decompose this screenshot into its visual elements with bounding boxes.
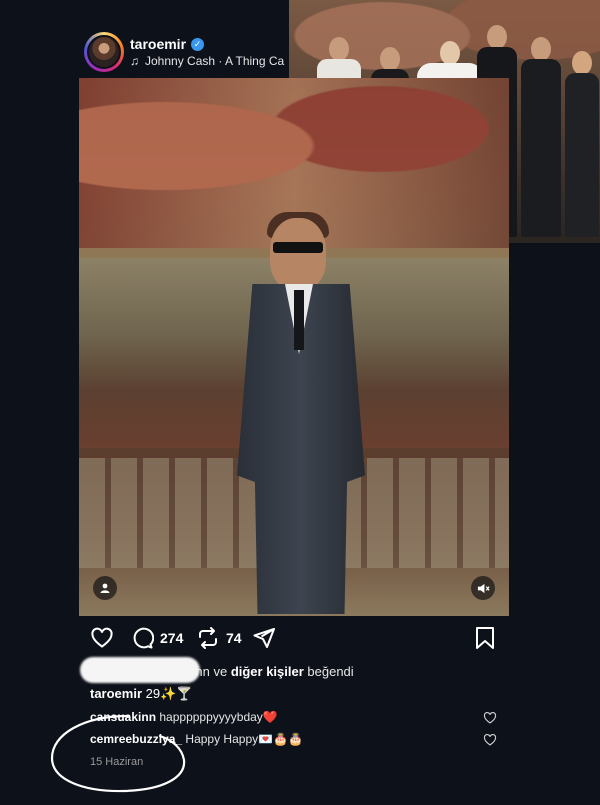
music-track[interactable]: ♫ Johnny Cash · A Thing Ca: [130, 54, 290, 68]
bookmark-icon: [476, 627, 494, 649]
send-icon: [253, 628, 275, 648]
comment-icon: [133, 627, 154, 649]
share-count: 74: [226, 630, 242, 646]
redaction-mark: [80, 657, 200, 683]
caption-text: 29✨🍸: [145, 686, 193, 701]
verified-badge-icon: ✓: [191, 37, 205, 51]
post-caption: taroemir 29✨🍸: [90, 686, 193, 702]
comment-like-icon[interactable]: [483, 711, 497, 725]
post-image[interactable]: [79, 78, 509, 616]
heart-icon: [91, 627, 113, 648]
save-button[interactable]: [474, 626, 496, 650]
like-button[interactable]: [90, 626, 114, 650]
person-figure: [565, 51, 599, 237]
username-label: taroemir: [130, 36, 187, 52]
post-action-bar: 274 74: [88, 626, 498, 654]
send-button[interactable]: [252, 626, 276, 650]
music-note-icon: ♫: [130, 54, 139, 68]
music-label: Johnny Cash · A Thing Ca: [145, 54, 285, 68]
comment-button[interactable]: 274: [130, 626, 183, 650]
comment-text: Happy Happy💌🎂🎂: [185, 732, 303, 746]
person-tag-icon[interactable]: [93, 576, 117, 600]
repost-icon: [199, 627, 217, 649]
speaker-muted-icon[interactable]: [471, 576, 495, 600]
caption-username[interactable]: taroemir: [90, 686, 142, 701]
repost-button[interactable]: 74: [196, 626, 242, 650]
comment-like-icon[interactable]: [483, 733, 497, 747]
comment-count: 274: [160, 630, 184, 646]
profile-avatar[interactable]: [84, 32, 124, 72]
post-header-username[interactable]: taroemir ✓: [130, 36, 205, 52]
person-figure: [521, 37, 561, 237]
hand-drawn-circle: [50, 714, 186, 793]
man-in-suit: [237, 212, 367, 616]
